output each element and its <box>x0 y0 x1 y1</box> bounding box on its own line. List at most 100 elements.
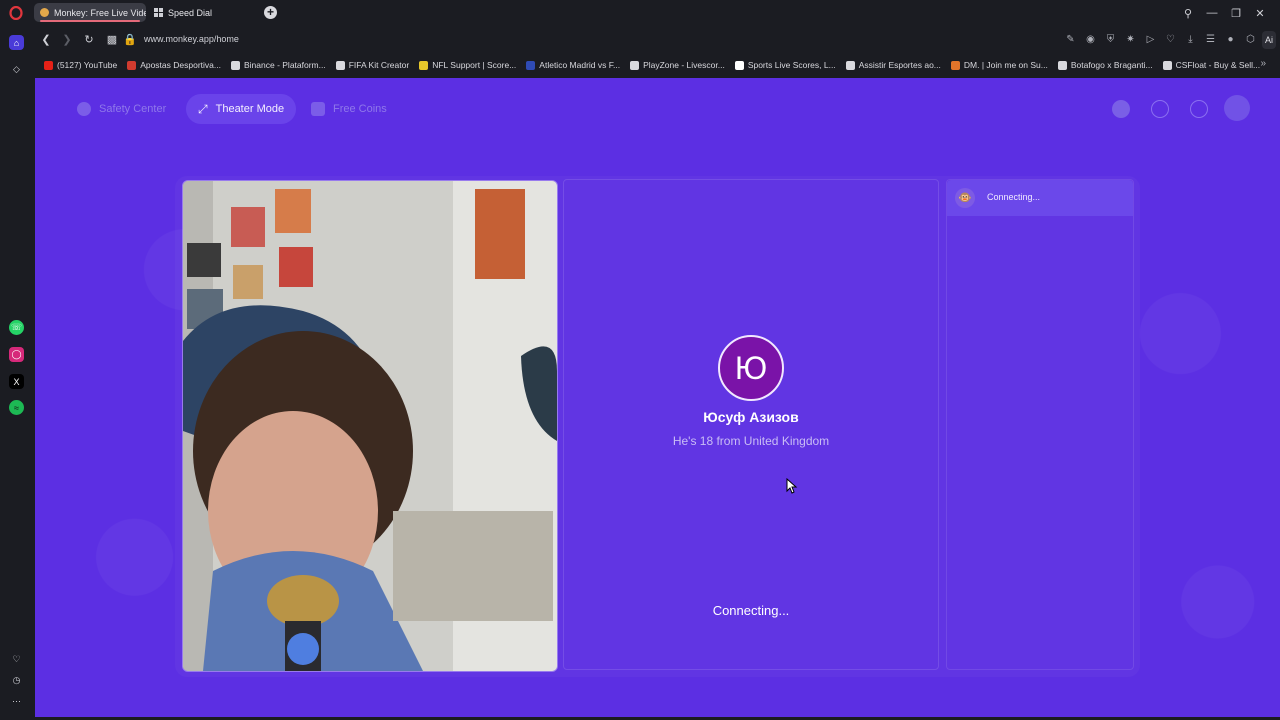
history-icon[interactable]: ◷ <box>9 673 24 688</box>
heart-icon[interactable]: ♡ <box>9 652 24 667</box>
bookmark-label: FIFA Kit Creator <box>348 60 410 70</box>
bookmark-item[interactable]: (5127) YouTube <box>44 60 117 70</box>
chat-icon[interactable] <box>1190 100 1208 118</box>
menu-icon[interactable]: ☰ <box>1202 31 1219 49</box>
bookmark-item[interactable]: CSFloat - Buy & Sell... <box>1162 60 1261 70</box>
player-icon[interactable]: ▷ <box>1142 31 1159 49</box>
bookmark-item[interactable]: Assistir Esportes ao... <box>845 60 941 70</box>
bookmark-favicon-icon <box>127 60 137 70</box>
whatsapp-icon[interactable]: ☏ <box>9 320 24 335</box>
bookmark-label: Apostas Desportiva... <box>140 60 221 70</box>
bookmark-label: DM. | Join me on Su... <box>963 60 1048 70</box>
x-icon[interactable]: X <box>9 374 24 389</box>
theater-mode-label: Theater Mode <box>215 103 285 115</box>
spotify-icon[interactable]: ≈ <box>9 400 24 415</box>
expand-icon: ⤢ <box>198 101 208 116</box>
close-icon[interactable]: ✕ <box>1248 4 1272 22</box>
opera-logo-icon[interactable] <box>9 6 23 20</box>
tab-speed-dial[interactable]: Speed Dial <box>148 3 258 22</box>
monkey-icon: 🐵 <box>955 188 975 208</box>
aria-icon[interactable]: ⬡ <box>1242 31 1259 49</box>
diamond-icon[interactable]: ◇ <box>9 62 24 77</box>
browser-tab-strip: Monkey: Free Live Video C Speed Dial + ⚲… <box>0 0 1280 26</box>
tab-monkey[interactable]: Monkey: Free Live Video C <box>34 3 146 22</box>
bookmark-label: Botafogo x Braganti... <box>1070 60 1153 70</box>
monkey-favicon-icon <box>40 8 49 17</box>
bookmark-favicon-icon <box>419 60 429 70</box>
more-icon[interactable]: ⋯ <box>9 694 24 709</box>
page-icon <box>230 60 240 70</box>
bookmark-item[interactable]: FIFA Kit Creator <box>335 60 410 70</box>
local-camera-feed <box>182 180 558 672</box>
new-tab-plus-icon[interactable]: + <box>264 6 277 19</box>
page-icon <box>1057 60 1067 70</box>
safety-center-label: Safety Center <box>99 103 167 115</box>
url-field[interactable]: www.monkey.app/home <box>144 34 239 44</box>
tab-label: Monkey: Free Live Video C <box>54 7 146 18</box>
lock-icon: 🔒 <box>123 34 137 46</box>
back-icon[interactable]: ❮ <box>38 32 54 48</box>
restore-icon[interactable]: ❐ <box>1224 4 1248 22</box>
search-tabs-icon[interactable]: ⚲ <box>1176 4 1200 22</box>
shield-icon <box>77 102 91 116</box>
bookmark-item[interactable]: Binance - Plataform... <box>230 60 326 70</box>
bookmark-item[interactable]: Apostas Desportiva... <box>127 60 221 70</box>
extensions-icon[interactable]: ✷ <box>1122 31 1139 49</box>
bookmark-item[interactable]: PlayZone - Livescor... <box>630 60 725 70</box>
youtube-icon <box>44 60 53 70</box>
free-coins-button[interactable]: Free Coins <box>299 94 399 124</box>
chat-header: 🐵 Connecting... <box>947 180 1133 216</box>
bookmark-favicon-icon <box>526 60 536 70</box>
camera-image <box>183 181 557 671</box>
shield-icon[interactable]: ⛨ <box>1102 31 1119 49</box>
heart-icon[interactable]: ♡ <box>1162 31 1179 49</box>
bookmark-item[interactable]: Botafogo x Braganti... <box>1057 60 1153 70</box>
bookmark-label: NFL Support | Score... <box>432 60 517 70</box>
edit-icon[interactable]: ✎ <box>1062 31 1079 49</box>
chevron-more-icon[interactable]: » <box>1260 58 1266 69</box>
page-icon <box>335 60 345 70</box>
remote-user-subtitle: He's 18 from United Kingdom <box>672 434 830 448</box>
history-icon[interactable] <box>1151 100 1169 118</box>
theater-mode-button[interactable]: ⤢ Theater Mode <box>186 94 297 124</box>
remote-user-avatar: Ю <box>718 335 784 401</box>
bookmark-label: (5127) YouTube <box>57 60 118 70</box>
bookmark-item[interactable]: Sports Live Scores, L... <box>734 60 836 70</box>
bookmark-label: Sports Live Scores, L... <box>747 60 836 70</box>
page-icon <box>630 60 640 70</box>
gift-icon <box>311 102 325 116</box>
chat-panel: 🐵 Connecting... <box>946 179 1134 670</box>
page-viewport: Safety Center ⤢ Theater Mode Free Coins <box>35 78 1280 717</box>
user-avatar[interactable] <box>1224 95 1250 121</box>
camera-icon[interactable]: ◉ <box>1082 31 1099 49</box>
bookmark-favicon-icon <box>845 60 855 70</box>
window-controls: ⚲ — ❐ ✕ <box>1176 4 1272 22</box>
chat-status: Connecting... <box>987 192 1041 202</box>
bookmark-item[interactable]: Atletico Madrid vs F... <box>526 60 620 70</box>
bookmark-label: Assistir Esportes ao... <box>858 60 941 70</box>
home-icon[interactable]: ⌂ <box>9 35 24 50</box>
download-icon[interactable]: ⤓ <box>1182 31 1199 49</box>
safety-center-button[interactable]: Safety Center <box>65 94 178 124</box>
remote-user-name: Юсуф Азизов <box>703 409 799 425</box>
bookmark-favicon-icon <box>950 60 960 70</box>
ai-button[interactable]: Ai <box>1261 31 1276 49</box>
speed-dial-icon <box>154 8 163 17</box>
bookmark-item[interactable]: DM. | Join me on Su... <box>950 60 1048 70</box>
forward-icon[interactable]: ❯ <box>59 32 75 48</box>
reload-icon[interactable]: ↻ <box>81 32 97 48</box>
bookmark-label: CSFloat - Buy & Sell... <box>1175 60 1261 70</box>
free-coins-label: Free Coins <box>333 103 387 115</box>
browser-sidebar: ⌂ ◇ ☏ ◯ X ≈ ♡ ◷ ⋯ <box>0 26 34 720</box>
easy-setup-icon[interactable]: ▩ <box>104 32 120 48</box>
bookmark-item[interactable]: NFL Support | Score... <box>419 60 516 70</box>
coin-icon[interactable] <box>1112 100 1130 118</box>
address-bar-row: ❮ ❯ ↻ ▩ 🔒 www.monkey.app/home ✎ ◉ ⛨ ✷ ▷ … <box>34 28 1280 52</box>
profile-icon[interactable]: ● <box>1222 31 1239 49</box>
bookmark-label: PlayZone - Livescor... <box>643 60 725 70</box>
tab-label: Speed Dial <box>168 7 213 18</box>
minimize-icon[interactable]: — <box>1200 4 1224 22</box>
page-icon <box>1162 60 1172 70</box>
instagram-icon[interactable]: ◯ <box>9 347 24 362</box>
mouse-cursor-icon <box>786 478 798 494</box>
